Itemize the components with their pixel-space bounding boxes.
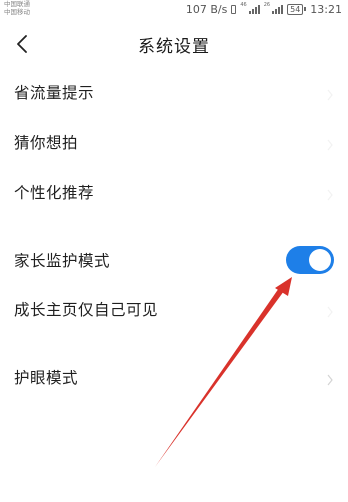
- network-speed: 107 B/s: [185, 2, 228, 16]
- setting-row-parental-mode: 家长监护模式: [0, 238, 348, 282]
- status-indicators: 107 B/s 46 26 54 13:21: [186, 2, 342, 16]
- setting-row-data-saver[interactable]: 省流量提示: [0, 70, 348, 114]
- toggle-knob: [309, 249, 331, 271]
- chevron-right-icon: [326, 186, 334, 201]
- chevron-right-icon: [326, 371, 334, 386]
- setting-label: 护眼模式: [14, 369, 79, 387]
- battery-level: 54: [287, 3, 304, 15]
- setting-label: 个性化推荐: [14, 184, 95, 202]
- status-bar: 中国联通 中国移动 107 B/s 46 26 54 13:21: [0, 0, 348, 18]
- page-title: 系统设置: [138, 37, 210, 57]
- signal-icon: [248, 4, 260, 14]
- setting-label: 成长主页仅自己可见: [14, 301, 159, 319]
- chevron-right-icon: [326, 136, 334, 151]
- setting-label: 猜你想拍: [14, 134, 79, 152]
- setting-label: 家长监护模式: [14, 252, 111, 270]
- carrier-1: 中国联通: [4, 0, 30, 8]
- signal-icon-2: [272, 4, 284, 14]
- setting-label: 省流量提示: [14, 84, 95, 102]
- carrier-2: 中国移动: [4, 8, 30, 16]
- chevron-right-icon: [326, 303, 334, 318]
- setting-row-guess-shoot[interactable]: 猜你想拍: [0, 120, 348, 164]
- setting-row-profile-private[interactable]: 成长主页仅自己可见: [0, 287, 348, 331]
- network-type-2: 26: [263, 2, 271, 8]
- chevron-right-icon: [326, 86, 334, 101]
- setting-row-eye-protection[interactable]: 护眼模式: [0, 355, 348, 399]
- network-type-1: 46: [240, 2, 247, 8]
- setting-row-personalized-recommendation[interactable]: 个性化推荐: [0, 170, 348, 214]
- battery-icon: 54: [287, 3, 307, 15]
- parental-mode-toggle[interactable]: [286, 246, 334, 274]
- clock: 13:21: [310, 2, 342, 16]
- vibrate-icon: [231, 4, 237, 14]
- nav-header: 系统设置: [0, 22, 348, 66]
- carrier-names: 中国联通 中国移动: [4, 0, 30, 16]
